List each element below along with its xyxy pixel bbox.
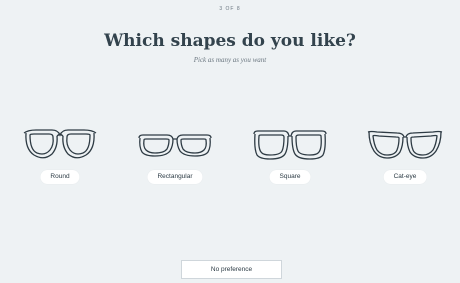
no-preference-button[interactable]: No preference [181,260,282,279]
shape-label-round: Round [40,170,80,184]
shape-option-cat-eye[interactable]: Cat-eye [360,125,450,185]
page-subtitle: Pick as many as you want [193,56,267,64]
shape-option-round[interactable]: Round [15,125,105,185]
page-title: Which shapes do you like? [104,31,356,51]
rectangular-glasses-icon [138,134,212,157]
shape-option-rectangular[interactable]: Rectangular [130,125,220,185]
shape-label-cat-eye: Cat-eye [383,170,427,184]
step-indicator: 3 OF 8 [219,6,241,12]
shape-label-rectangular: Rectangular [147,170,203,184]
cat-eye-glasses-icon [367,130,443,159]
shape-option-square[interactable]: Square [245,125,335,185]
square-glasses-icon [253,130,327,160]
shape-label-square: Square [269,170,311,184]
round-glasses-icon [23,129,97,159]
shape-options: Round Rectangular Square Cat-eye [0,125,460,195]
